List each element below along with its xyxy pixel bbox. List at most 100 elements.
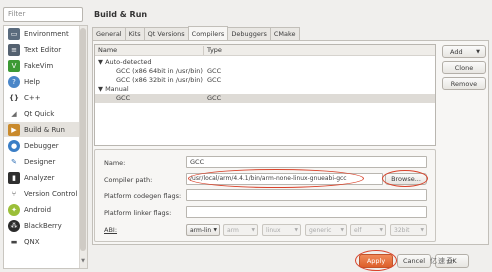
sidebar-item-version-control[interactable]: ⑂ Version Control xyxy=(4,186,79,201)
abi-format-select: elf ▼ xyxy=(350,224,386,236)
sidebar-item-label: Text Editor xyxy=(24,45,62,54)
sidebar-item-label: Version Control xyxy=(24,189,78,198)
sidebar-item-debugger[interactable]: ● Debugger xyxy=(4,138,79,153)
qnx-icon: ▬ xyxy=(10,237,18,246)
tree-row-manual[interactable]: ▼ Manual xyxy=(95,85,435,94)
remove-button[interactable]: Remove xyxy=(442,77,486,90)
tree-row[interactable]: GCC (x86 32bit in /usr/bin) GCC xyxy=(95,76,435,85)
tab-qt-versions[interactable]: Qt Versions xyxy=(143,27,189,40)
settings-category-list[interactable]: ▭ Environment ≡ Text Editor V FakeVim ? … xyxy=(3,25,88,269)
sidebar-item-label: BlackBerry xyxy=(24,221,62,230)
add-button[interactable]: Add ▼ xyxy=(442,45,486,58)
sidebar-item-designer[interactable]: ✎ Designer xyxy=(4,154,79,169)
codegen-flags-field[interactable] xyxy=(186,189,427,201)
column-type-header[interactable]: Type xyxy=(207,46,222,54)
sidebar-item-label: C++ xyxy=(24,93,41,102)
tab-compilers[interactable]: Compilers xyxy=(187,26,229,40)
page-title: Build & Run xyxy=(94,10,148,19)
text-editor-icon: ≡ xyxy=(8,43,20,56)
clone-button[interactable]: Clone xyxy=(442,61,486,74)
sidebar-item-label: Designer xyxy=(24,157,56,166)
tab-kits[interactable]: Kits xyxy=(124,27,145,40)
tab-cmake[interactable]: CMake xyxy=(269,27,300,40)
tree-row-name: ▼ Manual xyxy=(98,85,129,93)
sidebar-item-label: QNX xyxy=(24,237,40,246)
fakevim-icon: V xyxy=(8,59,20,72)
tree-row-auto-detected[interactable]: ▼ Auto-detected xyxy=(95,58,435,67)
analyzer-icon: ▮ xyxy=(8,171,20,184)
abi-architecture-select[interactable]: arm-lin ▼ xyxy=(186,224,220,236)
abi-flavor-select: generic ▼ xyxy=(305,224,347,236)
help-icon: ? xyxy=(8,75,20,88)
sidebar-item-qnx[interactable]: ▬ QNX xyxy=(4,234,79,249)
debugger-icon: ● xyxy=(8,139,20,152)
sidebar-item-analyzer[interactable]: ▮ Analyzer xyxy=(4,170,79,185)
column-name-header[interactable]: Name xyxy=(98,46,117,54)
filter-input[interactable]: Filter xyxy=(3,7,83,22)
sidebar-item-qt-quick[interactable]: ◢ Qt Quick xyxy=(4,106,79,121)
blackberry-icon: ⁂ xyxy=(8,219,20,232)
tree-row-type: GCC xyxy=(207,67,222,75)
tab-debuggers[interactable]: Debuggers xyxy=(227,27,271,40)
designer-icon: ✎ xyxy=(11,157,17,166)
sidebar-item-label: FakeVim xyxy=(24,61,54,70)
sidebar-item-label: Qt Quick xyxy=(24,109,55,118)
abi-combo-value: arm xyxy=(227,226,239,234)
highlight-oval xyxy=(382,170,428,187)
tree-row-name: GCC xyxy=(116,94,131,102)
linker-flags-label: Platform linker flags: xyxy=(104,209,172,217)
cpp-braces-icon: {} xyxy=(9,93,19,102)
tree-row-name: GCC (x86 32bit in /usr/bin) xyxy=(116,76,203,84)
sidebar-item-label: Build & Run xyxy=(24,125,65,134)
abi-combo-value: arm-lin xyxy=(190,226,212,234)
dropdown-arrow-icon: ▼ xyxy=(476,48,480,55)
sidebar-item-label: Help xyxy=(24,77,40,86)
abi-combo-value: linux xyxy=(266,226,281,234)
tree-row-name: ▼ Auto-detected xyxy=(98,58,152,66)
chevron-down-icon: ▼ xyxy=(251,227,255,233)
abi-label: ABI: xyxy=(104,226,118,234)
name-label: Name: xyxy=(104,159,126,167)
watermark-logo: 亿速云 xyxy=(430,257,454,265)
linker-flags-field[interactable] xyxy=(186,206,427,218)
chevron-down-icon: ▼ xyxy=(213,227,217,233)
scroll-down-icon[interactable]: ▼ xyxy=(80,258,86,266)
monitor-icon: ▭ xyxy=(8,27,20,40)
tree-row[interactable]: GCC (x86 64bit in /usr/bin) GCC xyxy=(95,67,435,76)
sidebar-item-text-editor[interactable]: ≡ Text Editor xyxy=(4,42,79,57)
compiler-path-label: Compiler path: xyxy=(104,176,153,184)
tree-header: Name Type xyxy=(95,45,435,56)
sidebar-item-fakevim[interactable]: V FakeVim xyxy=(4,58,79,73)
abi-width-select: 32bit ▼ xyxy=(390,224,427,236)
tree-row-type: GCC xyxy=(207,76,222,84)
abi-combo-value: generic xyxy=(309,226,332,234)
tree-row-selected[interactable]: GCC GCC xyxy=(95,94,435,103)
sidebar-item-help[interactable]: ? Help xyxy=(4,74,79,89)
qt-quick-icon: ◢ xyxy=(11,109,17,118)
chevron-down-icon: ▼ xyxy=(379,227,383,233)
sidebar-item-label: Environment xyxy=(24,29,69,38)
version-control-icon: ⑂ xyxy=(11,189,17,198)
cancel-button[interactable]: Cancel xyxy=(397,254,431,268)
add-button-label: Add xyxy=(450,47,463,56)
sidebar-item-blackberry[interactable]: ⁂ BlackBerry xyxy=(4,218,79,233)
compiler-tree[interactable]: Name Type ▼ Auto-detected GCC (x86 64bit… xyxy=(94,44,436,146)
tab-bar: General Kits Qt Versions Compilers Debug… xyxy=(92,26,300,40)
abi-os-select: linux ▼ xyxy=(262,224,301,236)
scrollbar-thumb[interactable] xyxy=(80,28,86,251)
sidebar-item-build-run[interactable]: ▶ Build & Run xyxy=(4,122,79,137)
name-field[interactable]: GCC xyxy=(186,156,427,168)
highlight-oval xyxy=(355,250,397,271)
abi-combo-value: elf xyxy=(354,226,362,234)
chevron-down-icon: ▼ xyxy=(420,227,424,233)
chevron-down-icon: ▼ xyxy=(340,227,344,233)
sidebar-item-label: Debugger xyxy=(24,141,59,150)
highlight-oval xyxy=(188,169,364,188)
tab-general[interactable]: General xyxy=(92,27,126,40)
column-separator xyxy=(203,46,204,55)
sidebar-item-android[interactable]: ✦ Android xyxy=(4,202,79,217)
sidebar-item-environment[interactable]: ▭ Environment xyxy=(4,26,79,41)
build-run-icon: ▶ xyxy=(8,123,20,136)
sidebar-scrollbar[interactable]: ▼ xyxy=(79,26,87,268)
sidebar-item-cpp[interactable]: {} C++ xyxy=(4,90,79,105)
